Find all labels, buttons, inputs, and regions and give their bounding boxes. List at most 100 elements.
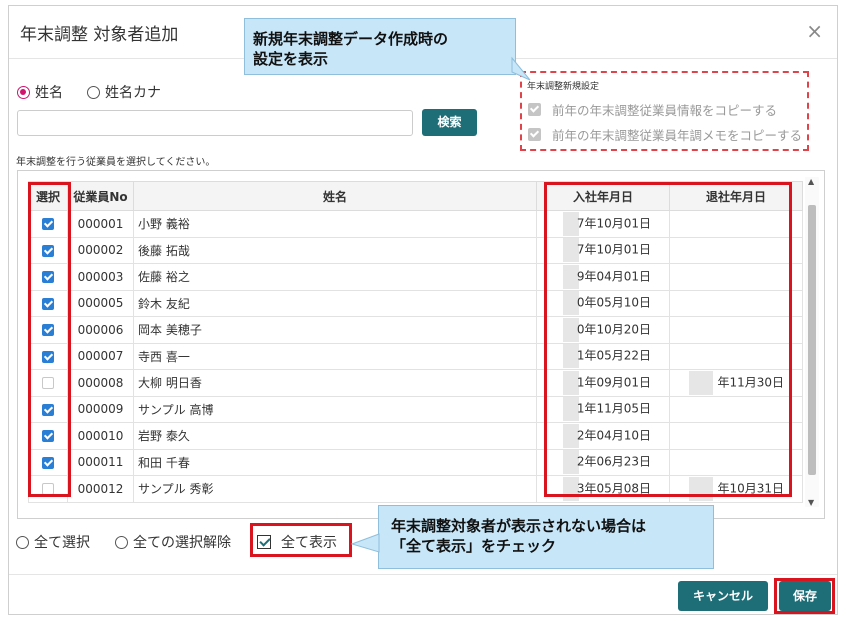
table-row[interactable]: 000012 サンプル 秀彰 3年05月08日 年10月31日	[28, 475, 803, 503]
employee-name: サンプル 秀彰	[133, 475, 537, 503]
search-input[interactable]	[17, 110, 413, 136]
table-row[interactable]: 000006 岡本 美穂子 0年10月20日	[28, 316, 803, 344]
save-button[interactable]: 保存	[779, 581, 831, 611]
select-all-option[interactable]: 全て選択	[16, 532, 90, 552]
checkbox-checked-icon[interactable]	[42, 350, 54, 363]
employee-no: 000009	[67, 395, 134, 423]
employee-name: 岩野 泰久	[133, 422, 537, 450]
col-header-no[interactable]: 従業員No	[67, 181, 134, 211]
employee-no: 000008	[67, 369, 134, 397]
dialog-title: 年末調整 対象者追加	[20, 25, 179, 45]
callout-settings-pointer	[511, 56, 531, 81]
employee-name: 岡本 美穂子	[133, 316, 537, 344]
retire-date	[669, 342, 803, 370]
setting-copy-employee-memo: 前年の年末調整従業員年調メモをコピーする	[528, 125, 802, 144]
show-all-checkbox[interactable]: 全て表示	[257, 532, 337, 552]
retire-date: 年11月30日	[669, 369, 803, 397]
employee-no: 000011	[67, 448, 134, 476]
radio-selected-icon	[17, 85, 30, 99]
table-row[interactable]: 000007 寺西 喜一 1年05月22日	[28, 342, 803, 370]
checkbox-checked-icon[interactable]	[42, 244, 54, 257]
employee-no: 000010	[67, 422, 134, 450]
hire-date: 7年10月01日	[536, 236, 670, 264]
checkbox-checked-icon[interactable]	[42, 430, 54, 443]
retire-date: 年10月31日	[669, 475, 803, 503]
table-row[interactable]: 000005 鈴木 友紀 0年05月10日	[28, 289, 803, 317]
checkbox-checked-icon[interactable]	[42, 218, 54, 231]
employee-table: 選択 従業員No 姓名 入社年月日 退社年月日 000001 小野 義裕 7年10月…	[28, 181, 803, 503]
hire-date: 2年04月10日	[536, 422, 670, 450]
callout-settings: 新規年末調整データ作成時の 設定を表示	[244, 18, 516, 75]
employee-no: 000007	[67, 342, 134, 370]
retire-date	[669, 422, 803, 450]
instruction-text: 年末調整を行う従業員を選択してください。	[16, 157, 216, 168]
retire-date	[669, 236, 803, 264]
table-row[interactable]: 000003 佐藤 裕之 9年04月01日	[28, 263, 803, 291]
col-header-retire-date[interactable]: 退社年月日	[669, 181, 803, 211]
row-select-cell[interactable]	[28, 289, 68, 317]
employee-name: サンプル 高博	[133, 395, 537, 423]
row-select-cell[interactable]	[28, 210, 68, 238]
retire-date	[669, 448, 803, 476]
radio-unselected-icon	[16, 535, 29, 549]
employee-name: 佐藤 裕之	[133, 263, 537, 291]
callout-show-all-pointer	[350, 533, 380, 553]
table-row[interactable]: 000008 大柳 明日香 1年09月01日 年11月30日	[28, 369, 803, 397]
checkbox-checked-icon[interactable]	[42, 456, 54, 469]
checkbox-unchecked-icon[interactable]	[42, 377, 54, 390]
search-button[interactable]: 検索	[422, 109, 477, 136]
radio-name[interactable]: 姓名	[17, 82, 63, 102]
radio-name-kana[interactable]: 姓名カナ	[87, 82, 161, 102]
employee-name: 和田 千春	[133, 448, 537, 476]
row-select-cell[interactable]	[28, 316, 68, 344]
employee-no: 000002	[67, 236, 134, 264]
checkbox-unchecked-icon[interactable]	[42, 483, 54, 496]
row-select-cell[interactable]	[28, 263, 68, 291]
checkbox-checked-icon[interactable]	[42, 271, 54, 284]
scroll-down-icon[interactable]: ▼	[808, 498, 814, 507]
row-select-cell[interactable]	[28, 342, 68, 370]
table-row[interactable]: 000009 サンプル 高博 1年11月05日	[28, 395, 803, 423]
table-header-row: 選択 従業員No 姓名 入社年月日 退社年月日	[28, 181, 803, 211]
checkbox-checked-icon[interactable]	[42, 403, 54, 416]
hire-date: 0年05月10日	[536, 289, 670, 317]
row-select-cell[interactable]	[28, 475, 68, 503]
employee-name: 大柳 明日香	[133, 369, 537, 397]
col-header-select[interactable]: 選択	[28, 181, 68, 211]
scroll-thumb[interactable]	[808, 205, 816, 475]
settings-title: 年末調整新規設定	[527, 82, 600, 92]
employee-name: 後藤 拓哉	[133, 236, 537, 264]
row-select-cell[interactable]	[28, 236, 68, 264]
checkbox-checked-icon[interactable]	[42, 324, 54, 337]
row-select-cell[interactable]	[28, 448, 68, 476]
hire-date: 3年05月08日	[536, 475, 670, 503]
disabled-checkbox-icon	[528, 128, 541, 141]
table-row[interactable]: 000001 小野 義裕 7年10月01日	[28, 210, 803, 238]
employee-no: 000005	[67, 289, 134, 317]
deselect-all-option[interactable]: 全ての選択解除	[115, 532, 231, 552]
table-row[interactable]: 000002 後藤 拓哉 7年10月01日	[28, 236, 803, 264]
hire-date: 1年09月01日	[536, 369, 670, 397]
employee-grid: 選択 従業員No 姓名 入社年月日 退社年月日 000001 小野 義裕 7年10月…	[17, 170, 825, 519]
row-select-cell[interactable]	[28, 369, 68, 397]
cancel-button[interactable]: キャンセル	[678, 581, 768, 611]
col-header-name[interactable]: 姓名	[133, 181, 537, 211]
table-row[interactable]: 000011 和田 千春 2年06月23日	[28, 448, 803, 476]
retire-date	[669, 210, 803, 238]
table-row[interactable]: 000010 岩野 泰久 2年04月10日	[28, 422, 803, 450]
close-icon[interactable]: ×	[806, 19, 823, 43]
scroll-up-icon[interactable]: ▲	[808, 177, 814, 186]
col-header-hire-date[interactable]: 入社年月日	[536, 181, 670, 211]
radio-unselected-icon	[87, 85, 100, 99]
setting-copy-employee-info: 前年の年末調整従業員情報をコピーする	[528, 100, 777, 119]
row-select-cell[interactable]	[28, 395, 68, 423]
retire-date	[669, 289, 803, 317]
employee-no: 000012	[67, 475, 134, 503]
checkbox-checked-icon[interactable]	[42, 297, 54, 310]
masked-value	[689, 476, 714, 501]
retire-date	[669, 316, 803, 344]
radio-unselected-icon	[115, 535, 128, 549]
employee-no: 000003	[67, 263, 134, 291]
vertical-scrollbar[interactable]: ▲ ▼	[805, 177, 819, 507]
row-select-cell[interactable]	[28, 422, 68, 450]
